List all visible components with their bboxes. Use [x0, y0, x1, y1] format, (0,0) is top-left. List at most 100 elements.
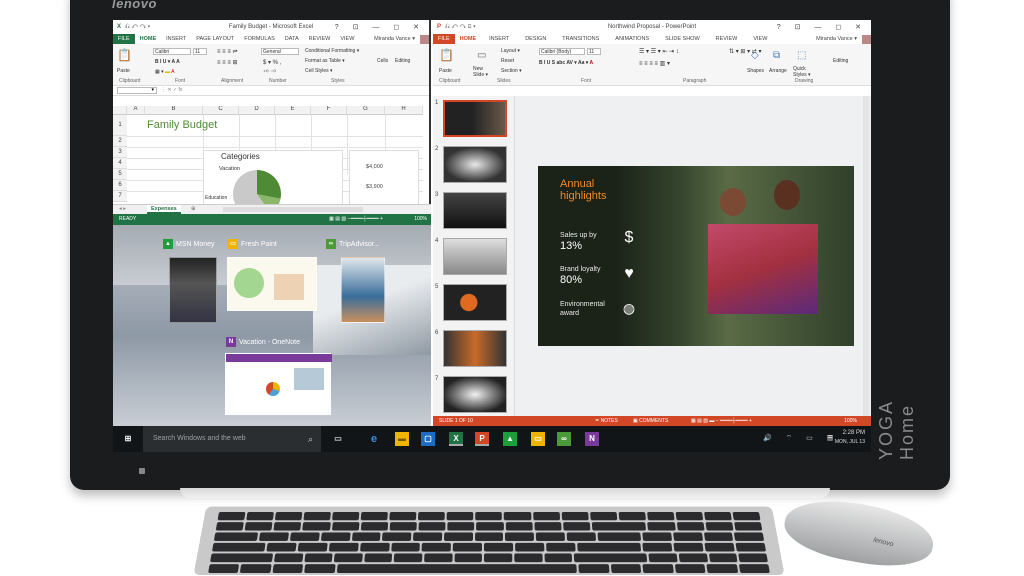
store-icon[interactable]: ▢	[421, 432, 435, 446]
conditional-formatting-button[interactable]: Conditional Formatting ▾	[305, 48, 359, 54]
ppt-tab-design[interactable]: DESIGN	[517, 36, 554, 42]
windows-start-icon[interactable]: ⊞	[121, 432, 135, 446]
paste-icon[interactable]: 📋	[117, 48, 132, 62]
excel-tab-view[interactable]: VIEW	[335, 36, 359, 42]
font-size-select[interactable]: 11	[587, 48, 601, 55]
view-buttons[interactable]: ▦ ▤ ▧ ─━━━━┼━━━━ +	[329, 214, 383, 225]
ppt-tab-insert[interactable]: INSERT	[481, 36, 517, 42]
sheet-nav-arrows[interactable]: ◂ ▸	[119, 206, 126, 212]
onenote-icon[interactable]: N	[585, 432, 599, 446]
editing-button[interactable]: Editing	[395, 58, 410, 64]
column-header[interactable]: F	[311, 106, 347, 115]
task-view-window-tripadvisor[interactable]	[341, 257, 385, 323]
currency-percent-buttons[interactable]: $ ▾ % ,	[263, 59, 281, 66]
slide-thumbnail-6[interactable]	[443, 330, 507, 367]
quick-styles-icon[interactable]: ⬚	[797, 50, 806, 61]
layout-button[interactable]: Layout ▾	[501, 48, 520, 54]
excel-tab-insert[interactable]: INSERT	[161, 36, 191, 42]
excel-tab-formulas[interactable]: FORMULAS	[239, 36, 280, 42]
taskbar-clock[interactable]: 2:28 PM MON, JUL 13	[835, 429, 865, 447]
slide-thumbnail-1[interactable]	[443, 100, 507, 137]
format-as-table-button[interactable]: Format as Table ▾	[305, 58, 345, 64]
slide-thumbnail-5[interactable]	[443, 284, 507, 321]
section-button[interactable]: Section ▾	[501, 68, 522, 74]
cell-styles-button[interactable]: Cell Styles ▾	[305, 68, 333, 74]
notes-button[interactable]: ≐ NOTES	[595, 416, 618, 426]
ppt-zoom-level[interactable]: 100%	[844, 416, 857, 426]
horizontal-scrollbar[interactable]	[223, 207, 363, 212]
font-format-buttons[interactable]: B I U S abc AV ▾ Aa ▾ A	[539, 60, 593, 66]
quick-styles-button[interactable]: Quick Styles ▾	[793, 66, 817, 78]
paste-icon[interactable]: 📋	[439, 48, 454, 62]
fresh-paint-icon[interactable]: ▭	[531, 432, 545, 446]
slide-thumbnail-7[interactable]	[443, 376, 507, 413]
comments-button[interactable]: ▣ COMMENTS	[633, 416, 668, 426]
ppt-tab-transitions[interactable]: TRANSITIONS	[554, 36, 607, 42]
powerpoint-icon[interactable]: P	[475, 432, 489, 446]
avatar[interactable]	[862, 35, 871, 44]
font-name-select[interactable]: Calibri (Body)	[539, 48, 585, 55]
column-header[interactable]: C	[203, 106, 239, 115]
excel-tab-file[interactable]: FILE	[113, 34, 135, 44]
column-header[interactable]: H	[385, 106, 423, 115]
spreadsheet-grid[interactable]: A B C D E F G H 1 2 3 4 5 6 7 Family Bud…	[113, 106, 423, 204]
paste-button[interactable]: Paste	[439, 68, 452, 74]
excel-titlebar[interactable]: X ⎌ ↶ ↷ ▾ Family Budget - Microsoft Exce…	[113, 20, 429, 34]
sheet-title-cell[interactable]: Family Budget	[147, 119, 217, 131]
row-header[interactable]: 3	[113, 147, 127, 158]
excel-tab-data[interactable]: DATA	[280, 36, 304, 42]
alignment-buttons[interactable]: ≡ ≡ ≡ ⇌	[217, 48, 238, 55]
current-slide[interactable]: Annual highlights Sales up by 13% $ Bran…	[538, 166, 854, 346]
column-header[interactable]: A	[127, 106, 145, 115]
paragraph-align-buttons[interactable]: ≡ ≡ ≡ ≡ ▥ ▾	[639, 60, 670, 67]
slide-thumbnail-2[interactable]	[443, 146, 507, 183]
column-header[interactable]: D	[239, 106, 275, 115]
ppt-tab-view[interactable]: VIEW	[745, 36, 775, 42]
font-name-select[interactable]: Calibri	[153, 48, 191, 55]
new-slide-button[interactable]: New Slide ▾	[473, 66, 495, 78]
task-view-window-fresh-paint[interactable]	[227, 257, 317, 311]
bold-italic-underline-buttons[interactable]: B I U ▾ A A	[155, 59, 180, 65]
add-sheet-icon[interactable]: ⊕	[191, 206, 196, 212]
paste-button[interactable]: Paste	[117, 68, 130, 74]
column-header[interactable]: G	[347, 106, 385, 115]
excel-tab-review[interactable]: REVIEW	[304, 36, 336, 42]
power-button[interactable]	[139, 468, 145, 474]
avatar[interactable]	[420, 35, 429, 44]
formula-bar[interactable]: ▾ ⋮ ✕ ✓ fx	[113, 86, 429, 96]
sheet-tab-expenses[interactable]: Expenses	[147, 205, 181, 214]
column-header[interactable]: E	[275, 106, 311, 115]
font-size-select[interactable]: 11	[193, 48, 207, 55]
view-buttons[interactable]: ▦ ▤ ▧ ▬ − ━━━━┼━━━━ +	[691, 416, 752, 426]
alignment-buttons-2[interactable]: ≡ ≡ ≡ ⊞	[217, 59, 238, 66]
ppt-titlebar[interactable]: P ⎌ ↶ ↷ ⊡ ▾ Northwind Proposal - PowerPo…	[433, 20, 871, 34]
excel-zoom-level[interactable]: 100%	[414, 214, 427, 225]
task-view-window-msn-money[interactable]	[169, 257, 217, 323]
ppt-tab-slide-show[interactable]: SLIDE SHOW	[657, 36, 708, 42]
file-explorer-icon[interactable]: ▬	[395, 432, 409, 446]
ppt-tab-review[interactable]: REVIEW	[708, 36, 746, 42]
list-buttons[interactable]: ☰ ▾ ☰ ▾ ⇤ ⇥ ↕	[639, 48, 679, 55]
row-header[interactable]: 5	[113, 169, 127, 180]
row-header[interactable]: 4	[113, 158, 127, 169]
row-header[interactable]: 6	[113, 180, 127, 191]
reset-button[interactable]: Reset	[501, 58, 514, 64]
name-box[interactable]: ▾	[117, 87, 157, 94]
ppt-tab-animations[interactable]: ANIMATIONS	[607, 36, 657, 42]
tripadvisor-icon[interactable]: ∞	[557, 432, 571, 446]
excel-user-name[interactable]: Miranda Vance ▾	[369, 36, 420, 42]
excel-tab-home[interactable]: HOME	[135, 36, 162, 42]
slide-thumbnail-3[interactable]	[443, 192, 507, 229]
arrange-icon[interactable]: ⧉	[773, 50, 780, 61]
search-icon[interactable]: ⌕	[308, 426, 313, 452]
row-header[interactable]: 7	[113, 191, 127, 202]
row-header[interactable]: 2	[113, 136, 127, 147]
excel-tab-page-layout[interactable]: PAGE LAYOUT	[191, 36, 239, 42]
column-header[interactable]: B	[145, 106, 203, 115]
system-tray-icons[interactable]: 🔊 ⌔ ▭ ▤	[763, 434, 839, 443]
msn-money-icon[interactable]: ▲	[503, 432, 517, 446]
search-box[interactable]: Search Windows and the web ⌕	[143, 426, 321, 452]
edge-browser-icon[interactable]: e	[367, 432, 381, 446]
number-format-select[interactable]: General	[261, 48, 299, 55]
ppt-tab-file[interactable]: FILE	[433, 34, 455, 44]
